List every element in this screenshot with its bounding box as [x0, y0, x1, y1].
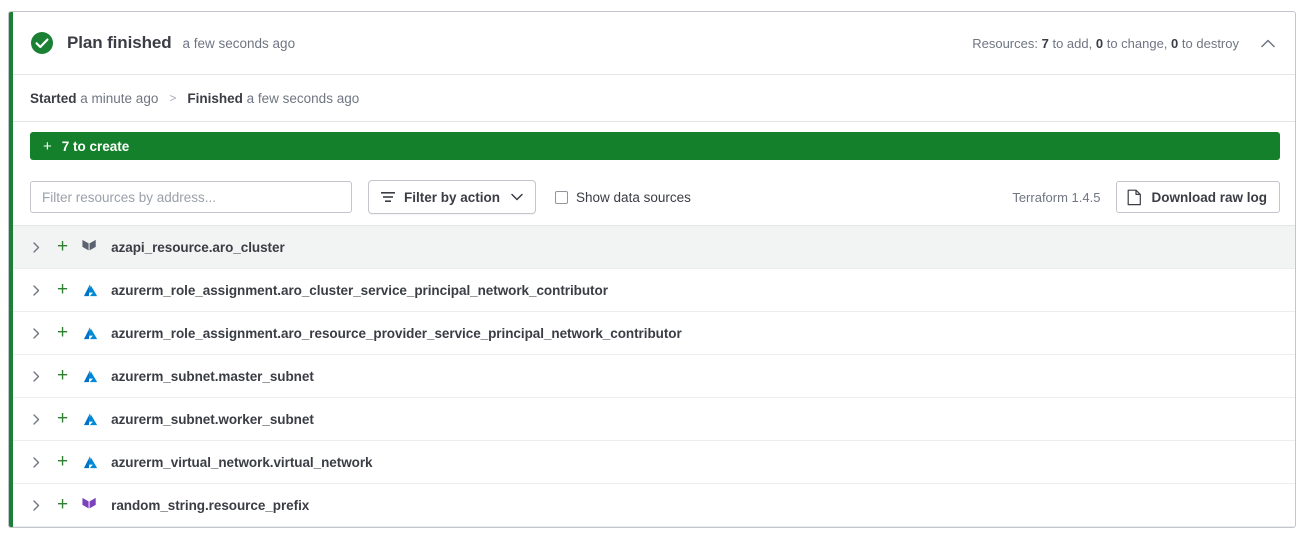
document-icon: [1128, 189, 1142, 205]
show-data-sources-toggle[interactable]: Show data sources: [555, 190, 691, 205]
create-summary-label: 7 to create: [61, 138, 130, 154]
filter-resources-input[interactable]: [30, 181, 352, 213]
terraform-logo-icon: [82, 239, 96, 250]
resource-address: azurerm_role_assignment.aro_resource_pro…: [111, 325, 682, 341]
expand-row-chevron-icon[interactable]: [30, 413, 43, 425]
action-plus-icon: +: [57, 494, 69, 515]
show-data-sources-checkbox[interactable]: [555, 190, 569, 204]
table-row[interactable]: + azurerm_role_assignment.aro_resource_p…: [13, 312, 1295, 355]
breadcrumb-started: Started a minute ago: [30, 91, 158, 106]
page-title: Plan finished: [67, 33, 172, 52]
chevron-up-icon: [1261, 39, 1275, 47]
table-row[interactable]: + azurerm_role_assignment.aro_cluster_se…: [13, 269, 1295, 312]
resource-list: + azapi_resource.aro_cluster + azurerm_r…: [13, 226, 1295, 527]
breadcrumb-started-time: a minute ago: [80, 90, 159, 106]
run-header: Plan finished a few seconds ago Resource…: [13, 12, 1295, 75]
resources-add-label: to add,: [1052, 35, 1093, 51]
plus-icon: +: [43, 137, 52, 155]
resources-add-count: 7: [1041, 35, 1049, 51]
resources-destroy-label: to destroy: [1181, 35, 1239, 51]
action-plus-icon: +: [57, 451, 69, 472]
breadcrumb-finished-time: a few seconds ago: [246, 90, 360, 106]
resources-prefix: Resources:: [972, 35, 1038, 51]
download-raw-log-button[interactable]: Download raw log: [1116, 181, 1280, 213]
resource-address: azurerm_subnet.master_subnet: [111, 368, 314, 384]
expand-row-chevron-icon[interactable]: [30, 284, 43, 296]
plan-run-card: Plan finished a few seconds ago Resource…: [8, 11, 1296, 528]
resource-address: azurerm_subnet.worker_subnet: [111, 411, 314, 427]
create-summary-banner: + 7 to create: [30, 132, 1280, 160]
action-plus-icon: +: [57, 365, 69, 386]
table-row[interactable]: + azurerm_subnet.worker_subnet: [13, 398, 1295, 441]
azure-logo-icon: [84, 455, 98, 468]
chevron-down-icon: [511, 193, 523, 201]
expand-row-chevron-icon[interactable]: [30, 499, 43, 511]
terraform-version-label: Terraform 1.4.5: [1012, 189, 1101, 205]
action-plus-icon: +: [57, 322, 69, 343]
create-banner-wrap: + 7 to create: [13, 122, 1295, 169]
table-row[interactable]: + random_string.resource_prefix: [13, 484, 1295, 527]
resource-address: azapi_resource.aro_cluster: [111, 239, 285, 255]
resources-change-label: to change,: [1106, 35, 1168, 51]
resource-address: azurerm_role_assignment.aro_cluster_serv…: [111, 282, 608, 298]
azure-logo-icon: [84, 326, 98, 339]
filter-by-action-dropdown[interactable]: Filter by action: [368, 180, 537, 214]
breadcrumb-started-label: Started: [30, 90, 77, 106]
breadcrumb-finished-label: Finished: [187, 90, 243, 106]
azure-logo-icon: [84, 369, 98, 382]
breadcrumb-separator: >: [169, 91, 177, 105]
resource-address: azurerm_virtual_network.virtual_network: [111, 454, 373, 470]
resources-destroy-count: 0: [1171, 35, 1179, 51]
filter-by-action-label: Filter by action: [404, 189, 501, 205]
breadcrumb-finished: Finished a few seconds ago: [187, 91, 359, 106]
resource-address: random_string.resource_prefix: [111, 497, 310, 513]
azure-logo-icon: [84, 283, 98, 296]
filter-icon: [381, 192, 395, 202]
resources-change-count: 0: [1095, 35, 1104, 51]
azure-logo-icon: [84, 412, 98, 425]
breadcrumb: Started a minute ago > Finished a few se…: [13, 75, 1295, 122]
expand-row-chevron-icon[interactable]: [30, 327, 43, 339]
expand-row-chevron-icon[interactable]: [30, 241, 43, 253]
action-plus-icon: +: [57, 408, 69, 429]
expand-row-chevron-icon[interactable]: [30, 370, 43, 382]
table-row[interactable]: + azurerm_subnet.master_subnet: [13, 355, 1295, 398]
terraform-logo-icon: [82, 497, 96, 508]
check-circle-icon: [31, 32, 53, 54]
download-raw-log-label: Download raw log: [1151, 189, 1267, 205]
table-row[interactable]: + azapi_resource.aro_cluster: [13, 226, 1295, 269]
show-data-sources-label: Show data sources: [576, 189, 691, 205]
expand-row-chevron-icon[interactable]: [30, 456, 43, 468]
resources-summary: Resources: 7 to add, 0 to change, 0 to d…: [972, 36, 1239, 51]
run-timestamp: a few seconds ago: [182, 35, 296, 51]
resource-toolbar: Filter by action Show data sources Terra…: [13, 169, 1295, 226]
collapse-toggle-button[interactable]: [1257, 32, 1279, 54]
status-stripe: [9, 12, 13, 527]
action-plus-icon: +: [57, 279, 69, 300]
action-plus-icon: +: [57, 236, 69, 257]
table-row[interactable]: + azurerm_virtual_network.virtual_networ…: [13, 441, 1295, 484]
